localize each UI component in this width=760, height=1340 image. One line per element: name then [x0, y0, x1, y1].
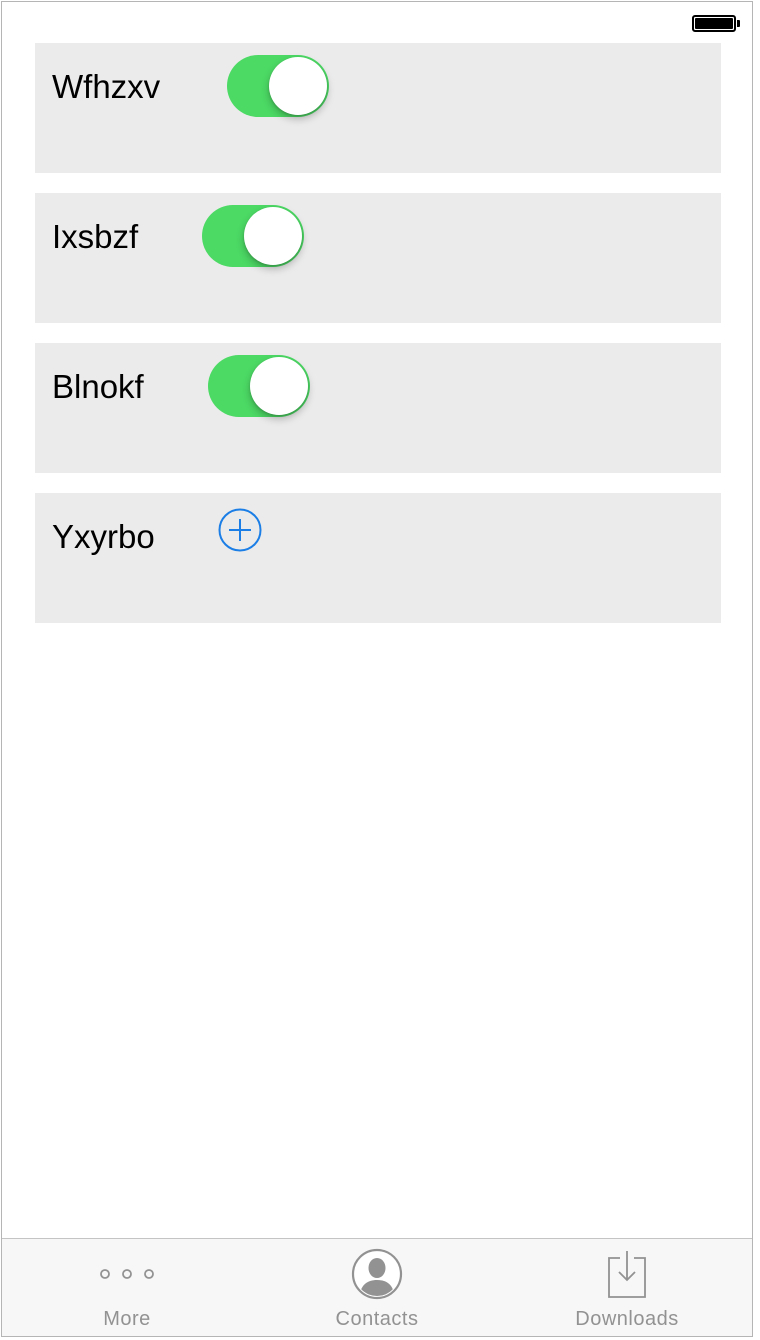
device-frame: Wfhzxv Ixsbzf Blnokf Yxyrbo More Contact…: [1, 1, 753, 1337]
blnokf-toggle[interactable]: [208, 355, 310, 417]
add-circle-icon[interactable]: [218, 508, 262, 552]
tab-label-contacts: Contacts: [335, 1308, 419, 1330]
tab-more[interactable]: More: [2, 1239, 252, 1336]
more-icon: [100, 1269, 154, 1279]
tab-label-more: More: [103, 1308, 151, 1330]
wfhzxv-toggle[interactable]: [227, 55, 329, 117]
contacts-icon: [351, 1248, 403, 1300]
row-label: Wfhzxv: [52, 68, 161, 105]
ixsbzf-toggle[interactable]: [202, 205, 304, 267]
list-row-wfhzxv: Wfhzxv: [35, 43, 721, 173]
settings-list: Wfhzxv Ixsbzf Blnokf Yxyrbo: [35, 43, 721, 643]
battery-tip: [737, 20, 740, 27]
tab-label-downloads: Downloads: [575, 1308, 679, 1330]
tab-contacts[interactable]: Contacts: [252, 1239, 502, 1336]
list-row-yxyrbo: Yxyrbo: [35, 493, 721, 623]
list-row-blnokf: Blnokf: [35, 343, 721, 473]
status-bar: [2, 2, 752, 42]
list-row-ixsbzf: Ixsbzf: [35, 193, 721, 323]
toggle-knob: [269, 57, 327, 115]
row-label: Blnokf: [52, 368, 144, 405]
toggle-knob: [244, 207, 302, 265]
battery-icon: [692, 15, 736, 32]
row-label: Yxyrbo: [52, 518, 155, 555]
toggle-knob: [250, 357, 308, 415]
tab-downloads[interactable]: Downloads: [502, 1239, 752, 1336]
row-label: Ixsbzf: [52, 218, 139, 255]
downloads-icon: [608, 1251, 646, 1298]
tab-bar: More Contacts Downloads: [2, 1238, 752, 1336]
